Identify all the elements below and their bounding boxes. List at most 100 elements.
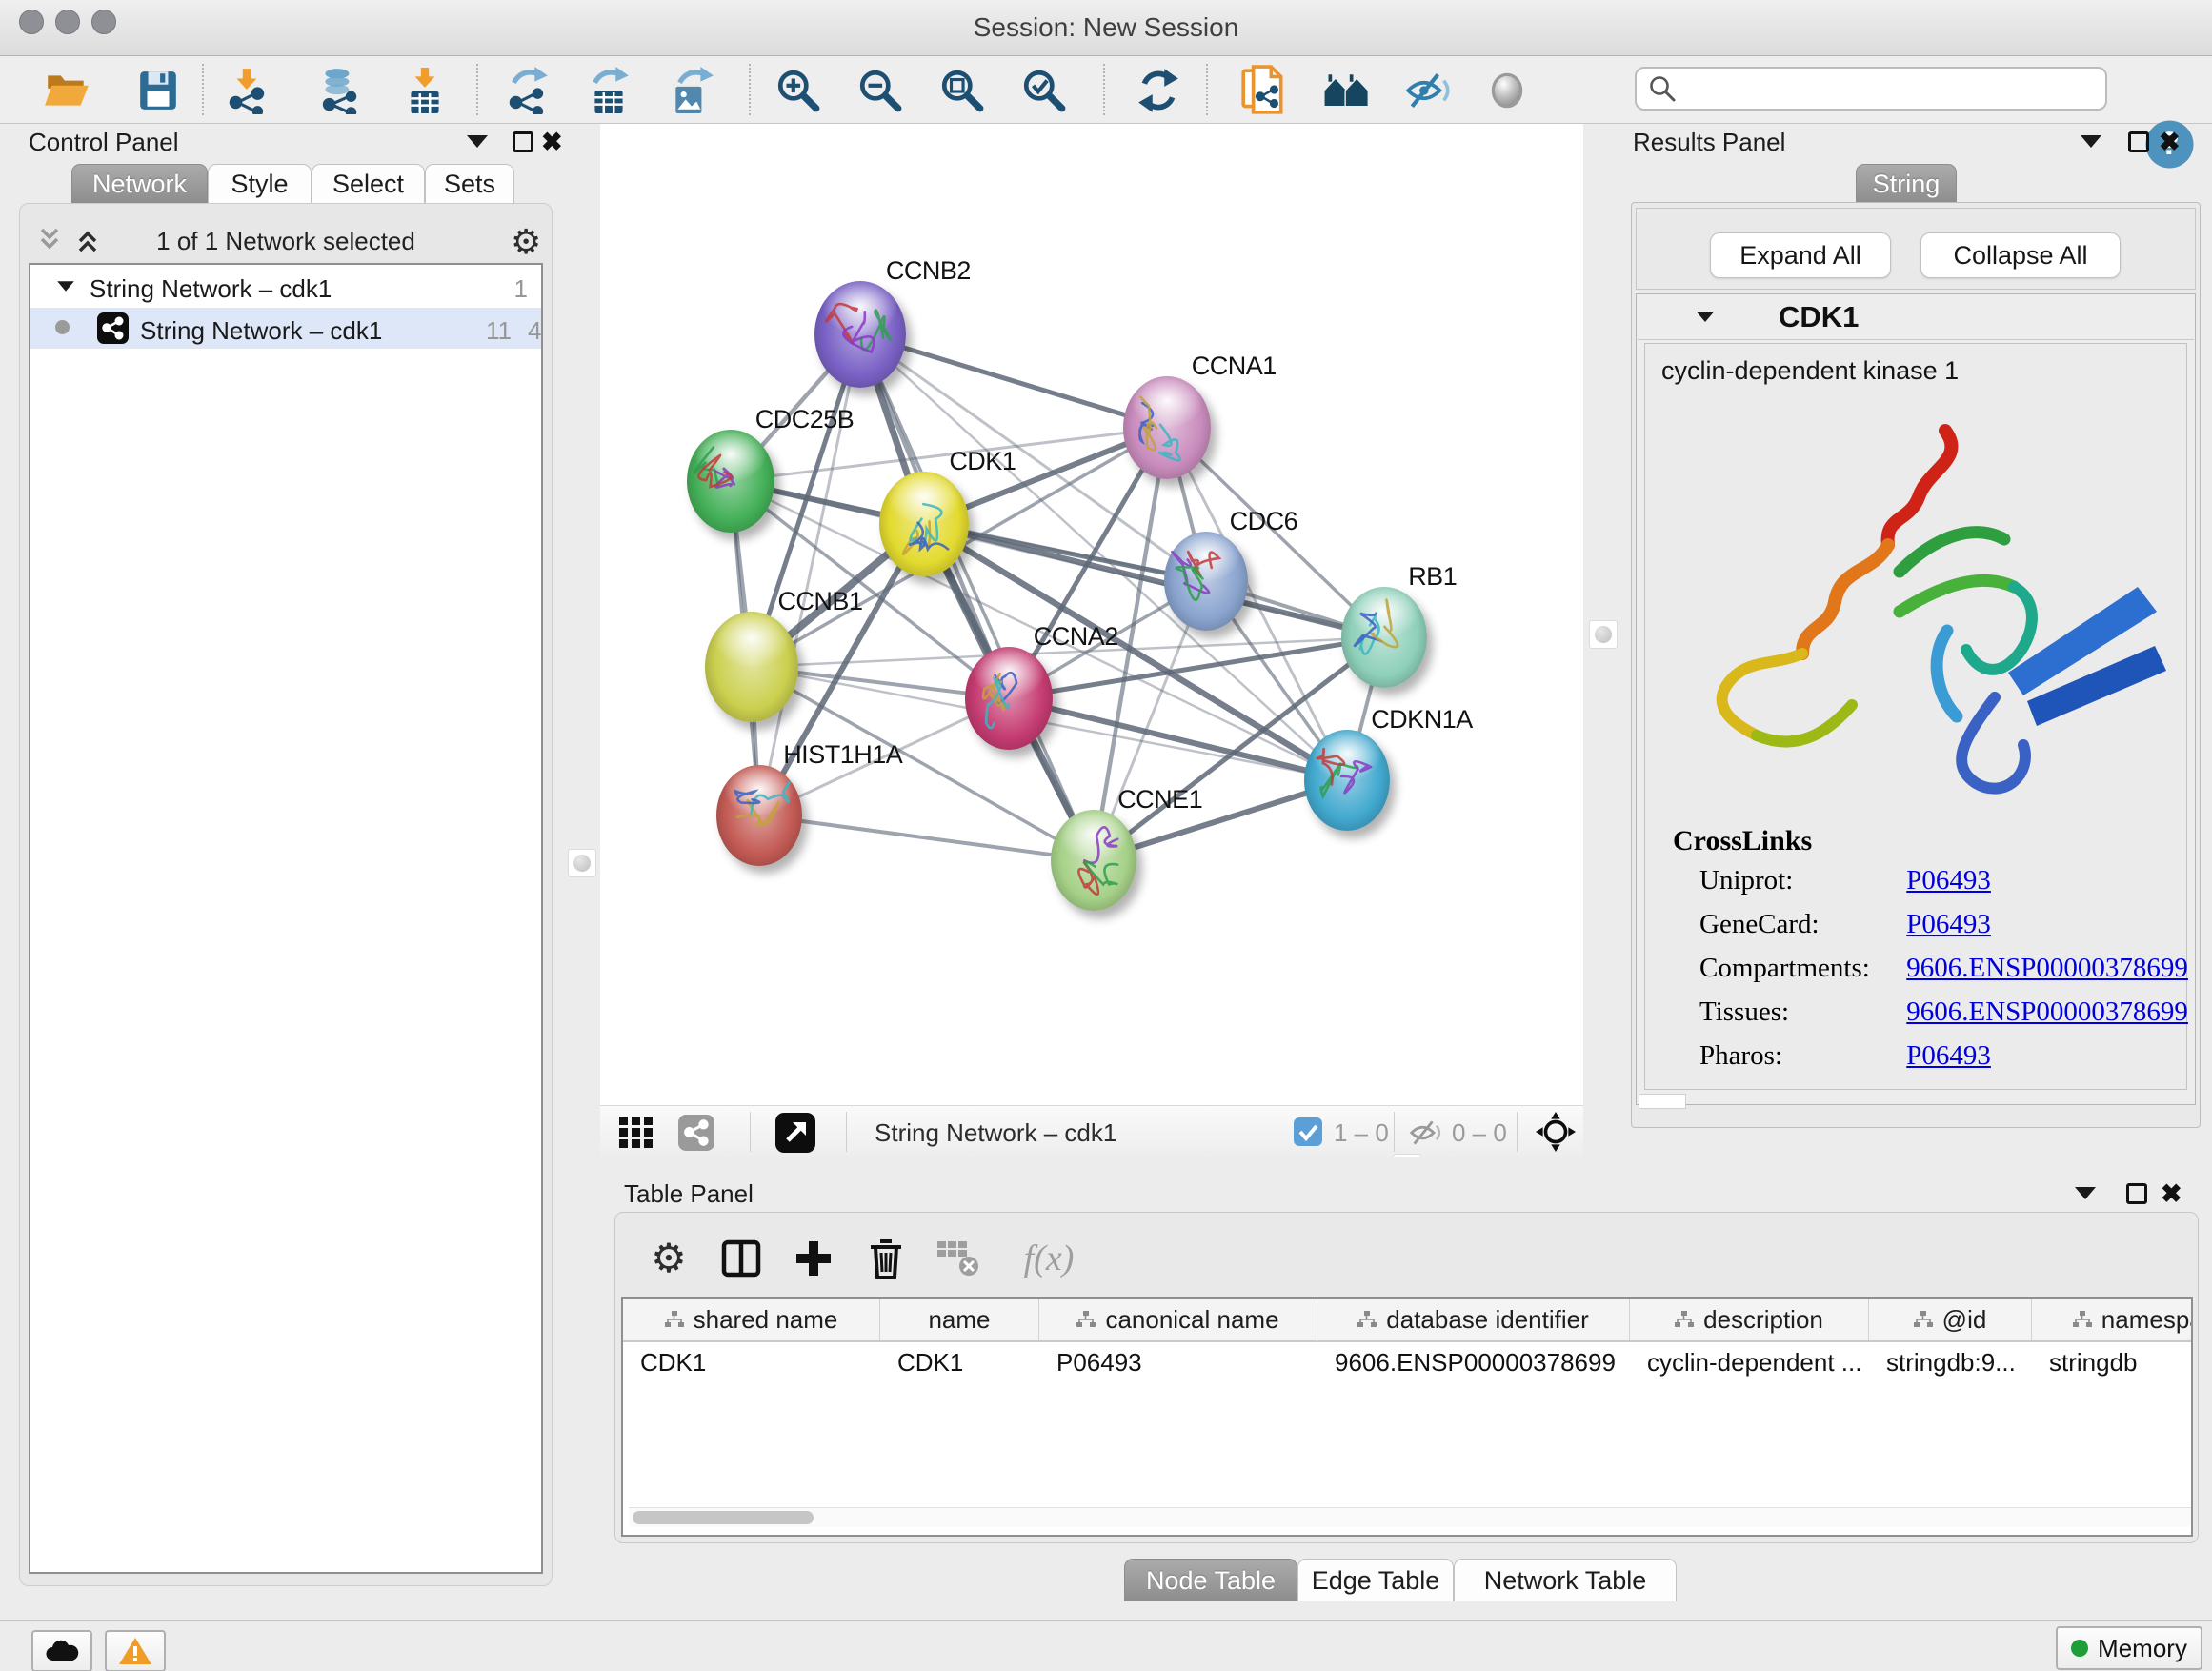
import-table-from-file-button[interactable] bbox=[400, 66, 450, 115]
network-node-CCNA2[interactable] bbox=[965, 647, 1053, 750]
gene-collapse-triangle[interactable] bbox=[1697, 312, 1715, 322]
table-panel-close-icon[interactable]: ✖ bbox=[2161, 1181, 2182, 1207]
zoom-fit-button[interactable] bbox=[937, 66, 987, 115]
export-network-button[interactable] bbox=[503, 66, 553, 115]
column-header-shared-name[interactable]: shared name bbox=[623, 1299, 880, 1340]
tab-network[interactable]: Network bbox=[71, 164, 208, 203]
results-panel-close-icon[interactable]: ✖ bbox=[2159, 130, 2181, 155]
cell-name[interactable]: CDK1 bbox=[880, 1342, 1039, 1382]
network-node-CCNE1[interactable] bbox=[1051, 810, 1136, 911]
zoom-in-button[interactable] bbox=[774, 66, 823, 115]
network-node-CCNA1[interactable] bbox=[1123, 376, 1211, 479]
search-input[interactable] bbox=[1684, 70, 2105, 108]
cell-canonical-name[interactable]: P06493 bbox=[1039, 1342, 1317, 1382]
share-document-button[interactable] bbox=[1238, 66, 1288, 115]
tab-sets[interactable]: Sets bbox=[425, 164, 514, 203]
import-network-from-file-button[interactable] bbox=[223, 66, 272, 115]
selected-checkbox-icon[interactable] bbox=[1294, 1117, 1322, 1146]
network-row-selected[interactable]: String Network – cdk1 11 48 bbox=[30, 308, 541, 349]
window-titlebar[interactable]: Session: New Session bbox=[0, 0, 2212, 56]
open-session-button[interactable] bbox=[42, 66, 91, 115]
cell-shared-name[interactable]: CDK1 bbox=[623, 1342, 880, 1382]
column-header-description[interactable]: description bbox=[1630, 1299, 1869, 1340]
crosslink-genecard-link[interactable]: P06493 bbox=[1906, 909, 1991, 939]
scrollbar-thumb[interactable] bbox=[633, 1511, 814, 1524]
grid-view-icon[interactable] bbox=[619, 1117, 663, 1149]
table-row[interactable]: CDK1 CDK1 P06493 9606.ENSP00000378699 cy… bbox=[623, 1342, 2191, 1382]
control-panel-float-icon[interactable] bbox=[513, 131, 533, 152]
results-panel-collapse-icon[interactable] bbox=[2081, 135, 2101, 148]
network-node-RB1[interactable] bbox=[1341, 587, 1427, 688]
network-node-CDC25B[interactable] bbox=[687, 430, 774, 533]
delete-column-button[interactable] bbox=[859, 1232, 913, 1285]
refresh-button[interactable] bbox=[1134, 66, 1183, 115]
network-node-CCNB1[interactable] bbox=[705, 612, 798, 722]
column-header-namespace[interactable]: namespace bbox=[2032, 1299, 2193, 1340]
tab-node-table[interactable]: Node Table bbox=[1124, 1559, 1297, 1601]
network-node-CDC6[interactable] bbox=[1164, 532, 1248, 631]
crosslink-compartments-link[interactable]: 9606.ENSP00000378699 bbox=[1906, 953, 2188, 983]
cloud-status-button[interactable] bbox=[31, 1630, 92, 1671]
table-settings-button[interactable]: ⚙ bbox=[642, 1232, 695, 1285]
add-column-button[interactable] bbox=[787, 1232, 840, 1285]
toolbar-search[interactable] bbox=[1635, 67, 2107, 111]
results-panel-float-icon[interactable] bbox=[2128, 131, 2149, 152]
column-header-id[interactable]: @id bbox=[1869, 1299, 2032, 1340]
left-splitter[interactable] bbox=[562, 124, 600, 1157]
export-table-button[interactable] bbox=[584, 66, 633, 115]
control-panel-collapse-icon[interactable] bbox=[467, 135, 488, 148]
cell-database-identifier[interactable]: 9606.ENSP00000378699 bbox=[1317, 1342, 1630, 1382]
network-node-CDKN1A[interactable] bbox=[1304, 730, 1390, 831]
collapse-all-button[interactable]: Collapse All bbox=[1920, 232, 2121, 278]
network-collection-row[interactable]: String Network – cdk1 1 bbox=[30, 267, 541, 308]
toggle-graphics-details-button[interactable] bbox=[1404, 66, 1454, 115]
zoom-out-button[interactable] bbox=[855, 66, 905, 115]
collection-expand-triangle[interactable] bbox=[57, 281, 74, 291]
crosshair-icon[interactable] bbox=[1536, 1112, 1576, 1152]
tab-edge-table[interactable]: Edge Table bbox=[1297, 1559, 1454, 1601]
crosslink-pharos-link[interactable]: P06493 bbox=[1906, 1040, 1991, 1071]
tab-network-table[interactable]: Network Table bbox=[1454, 1559, 1677, 1601]
network-node-CCNB2[interactable] bbox=[814, 281, 906, 388]
network-node-HIST1H1A[interactable] bbox=[716, 765, 802, 866]
cell-id[interactable]: stringdb:9... bbox=[1869, 1342, 2032, 1382]
table-horizontal-scrollbar[interactable] bbox=[629, 1507, 2193, 1527]
home-button[interactable] bbox=[1322, 66, 1372, 115]
network-view-icon[interactable] bbox=[678, 1115, 714, 1151]
tab-style[interactable]: Style bbox=[208, 164, 312, 203]
expand-all-button[interactable]: Expand All bbox=[1710, 232, 1891, 278]
column-header-database-identifier[interactable]: database identifier bbox=[1317, 1299, 1630, 1340]
column-header-canonical-name[interactable]: canonical name bbox=[1039, 1299, 1317, 1340]
function-builder-button[interactable]: f(x) bbox=[1006, 1232, 1092, 1285]
right-splitter-handle[interactable] bbox=[1589, 620, 1618, 649]
right-splitter[interactable] bbox=[1583, 124, 1621, 1157]
control-panel-close-icon[interactable]: ✖ bbox=[541, 130, 563, 155]
tab-select[interactable]: Select bbox=[312, 164, 425, 203]
zoom-selected-button[interactable] bbox=[1019, 66, 1069, 115]
crosslink-tissues-link[interactable]: 9606.ENSP00000378699 bbox=[1906, 997, 2188, 1027]
hidden-eye-slash-icon[interactable] bbox=[1408, 1117, 1444, 1148]
clear-table-button[interactable] bbox=[932, 1232, 985, 1285]
show-columns-button[interactable] bbox=[714, 1232, 768, 1285]
cell-description[interactable]: cyclin-dependent ... bbox=[1630, 1342, 1869, 1382]
cell-namespace[interactable]: stringdb bbox=[2032, 1342, 2193, 1382]
crosslink-uniprot-link[interactable]: P06493 bbox=[1906, 865, 1991, 896]
table-panel-float-icon[interactable] bbox=[2126, 1183, 2147, 1204]
network-node-CDK1[interactable] bbox=[879, 472, 969, 576]
birdseye-view-icon[interactable] bbox=[775, 1113, 815, 1153]
results-scrollbar-stub[interactable] bbox=[1639, 1094, 1686, 1109]
import-network-from-database-button[interactable] bbox=[314, 66, 364, 115]
memory-button[interactable]: Memory bbox=[2056, 1626, 2202, 1670]
network-options-gear-icon[interactable]: ⚙ bbox=[511, 225, 541, 259]
tab-string[interactable]: String bbox=[1856, 164, 1957, 203]
gene-entry-header[interactable]: CDK1 bbox=[1638, 295, 2194, 340]
show-view-button[interactable] bbox=[1482, 66, 1532, 115]
warnings-button[interactable] bbox=[105, 1630, 166, 1671]
network-selection-status: 1 of 1 Network selected bbox=[29, 227, 543, 267]
column-header-name[interactable]: name bbox=[880, 1299, 1039, 1340]
save-session-button[interactable] bbox=[133, 66, 183, 115]
export-image-button[interactable] bbox=[667, 66, 716, 115]
table-panel-collapse-icon[interactable] bbox=[2075, 1187, 2096, 1199]
left-splitter-handle[interactable] bbox=[568, 849, 596, 877]
network-canvas[interactable]: CCNB2CCNA1CDC25BCDK1CDC6RB1CCNB1CCNA2CDK… bbox=[600, 124, 1583, 1105]
